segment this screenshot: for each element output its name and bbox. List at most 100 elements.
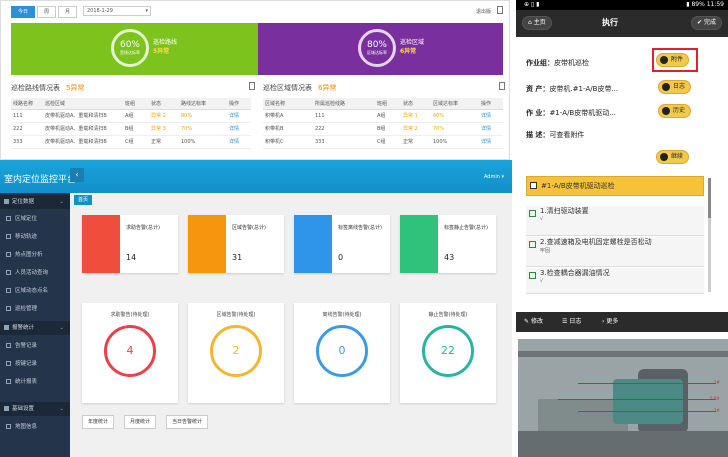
pencil-icon: ✎ bbox=[524, 318, 530, 325]
collapse-icon[interactable]: ‹ bbox=[70, 168, 84, 182]
bottom-toolbar: ✎ 修改 ☰ 日志 › 更多 bbox=[516, 312, 728, 332]
detail-link[interactable]: 详情 bbox=[479, 135, 503, 149]
detail-link[interactable]: 详情 bbox=[227, 135, 251, 149]
task-item[interactable]: 1.清扫驱动装置 √ bbox=[526, 206, 704, 236]
scroll-thumb[interactable] bbox=[708, 178, 711, 218]
scrollbar[interactable] bbox=[708, 178, 711, 292]
document-icon[interactable] bbox=[497, 6, 503, 14]
area-rate-label: 区域达标率 bbox=[367, 50, 387, 55]
done-button[interactable]: ✔ 完成 bbox=[691, 16, 722, 30]
sidebar-item-activity[interactable]: 人员活动查询 bbox=[0, 266, 70, 280]
field-label: 描 述： bbox=[526, 131, 550, 139]
log-toolbar-button[interactable]: ☰ 日志 bbox=[562, 316, 581, 328]
task-note: √ bbox=[540, 278, 544, 284]
sidebar: 定位数据 ⌄ 区域定位 移动轨迹 热点图分析 人员活动查询 区域动态点名 巡检管理… bbox=[0, 193, 70, 457]
sidebar-group-location[interactable]: 定位数据 ⌄ bbox=[0, 195, 70, 209]
rate-cell: 70% bbox=[431, 122, 479, 136]
sidebar-item-trajectory[interactable]: 移动轨迹 bbox=[0, 230, 70, 244]
photo-motor bbox=[613, 379, 683, 424]
tab-month[interactable]: 月 bbox=[58, 6, 78, 18]
check-icon: ✔ bbox=[697, 19, 703, 26]
field-value: 可查看附件 bbox=[549, 131, 585, 139]
table-row: 333 皮带机驱动A、重载和清扫B C组 正常 100% 详情 bbox=[11, 135, 251, 149]
pending-card: 静止告警(待处理) 22 bbox=[400, 303, 496, 403]
line-rate-circle: 60% 是线达标率 bbox=[111, 29, 149, 67]
photo-pipe bbox=[518, 351, 728, 357]
pill-label: 历史 bbox=[673, 107, 686, 114]
area-summary-text: 巡检区域 6异常 bbox=[400, 38, 424, 56]
tab-week[interactable]: 周 bbox=[37, 6, 57, 18]
task-text: 1.清扫驱动装置 bbox=[540, 207, 589, 215]
tab-today[interactable]: 今日 bbox=[11, 6, 36, 18]
heatmap-icon bbox=[6, 252, 11, 257]
col-header: 区域名称 bbox=[263, 98, 313, 110]
pending-card: 求助警告(待处理) 4 bbox=[82, 303, 178, 403]
detail-link[interactable]: 详情 bbox=[227, 109, 251, 123]
item-label: 区域定位 bbox=[15, 216, 38, 222]
sidebar-item-patrol[interactable]: 巡检管理 bbox=[0, 302, 70, 316]
settings-icon bbox=[4, 406, 9, 411]
sidebar-group-alarm[interactable]: 报警统计 ⌄ bbox=[0, 321, 70, 335]
line-warn: 5异常 bbox=[153, 48, 170, 55]
detail-link[interactable]: 详情 bbox=[479, 122, 503, 136]
field-label: 作业组： bbox=[526, 59, 554, 67]
line-section-label: 巡检路线情况表 bbox=[11, 84, 60, 92]
task-item[interactable]: 3.检查耦合器漏油情况 √ bbox=[526, 268, 704, 294]
log-button[interactable]: 日志 bbox=[658, 80, 692, 94]
sidebar-group-settings[interactable]: 基础设置 ⌄ bbox=[0, 402, 70, 416]
home-button[interactable]: ⌂ 主页 bbox=[522, 16, 552, 30]
card-label: 区域告警(总计) bbox=[232, 225, 266, 231]
export-icon[interactable] bbox=[249, 82, 255, 90]
yearly-stats-button[interactable]: 年度统计 bbox=[82, 415, 115, 429]
monthly-stats-button[interactable]: 月度统计 bbox=[124, 415, 157, 429]
cell: C组 bbox=[123, 135, 149, 149]
line-summary-panel: 60% 是线达标率 巡检路线 5异常 bbox=[11, 23, 258, 75]
daily-alarm-stats-button[interactable]: 当日告警统计 bbox=[166, 415, 209, 429]
sidebar-item-key-log[interactable]: 按键记录 bbox=[0, 357, 70, 371]
line-section-title: 巡检路线情况表 5异常 bbox=[11, 83, 84, 93]
table-row: 111 皮带机驱动A、重载和清扫B A组 异常 2 80% 详情 bbox=[11, 109, 251, 123]
more-button[interactable]: › 更多 bbox=[602, 316, 618, 328]
status-cell: 正常 bbox=[149, 135, 179, 149]
export-icon[interactable] bbox=[499, 82, 505, 90]
tab-home[interactable]: 首页 bbox=[74, 195, 93, 205]
rate-cell: 80% bbox=[179, 109, 227, 123]
monitor-platform: 室内定位监控平台 ‹ Admin ▾ 定位数据 ⌄ 区域定位 移动轨迹 热点图分析… bbox=[0, 160, 512, 457]
area-section-label: 巡检区域情况表 bbox=[263, 84, 312, 92]
exit-link[interactable]: 退出版 bbox=[476, 8, 491, 15]
edit-button[interactable]: ✎ 修改 bbox=[524, 316, 543, 328]
card-value: 31 bbox=[232, 253, 243, 262]
cell: 333 bbox=[11, 135, 43, 149]
detail-link[interactable]: 详情 bbox=[479, 109, 503, 123]
task-text: 2.查减速箱及电机固定螺栓是否松动 bbox=[540, 238, 652, 246]
annotation-label: 5.6# bbox=[710, 396, 720, 401]
group-label: 报警统计 bbox=[12, 325, 35, 331]
date-picker[interactable]: 2018-1-29 ▾ bbox=[83, 6, 151, 16]
card-color-block bbox=[82, 215, 120, 273]
item-label: 按键记录 bbox=[15, 361, 38, 367]
cell: A组 bbox=[123, 109, 149, 123]
attachment-button[interactable]: 附件 bbox=[656, 53, 690, 67]
sidebar-item-heatmap[interactable]: 热点图分析 bbox=[0, 248, 70, 262]
detail-link[interactable]: 详情 bbox=[227, 122, 251, 136]
sidebar-item-report[interactable]: 统计报表 bbox=[0, 375, 70, 389]
btn-label: 修改 bbox=[530, 318, 543, 325]
sidebar-item-map[interactable]: 地图信息 bbox=[0, 420, 70, 434]
table-row: 222 皮带机驱动A、重载和清扫B B组 异常 3 70% 详情 bbox=[11, 122, 251, 136]
task-header[interactable]: #1-A/B皮带机驱动巡检 bbox=[526, 176, 704, 196]
task-item[interactable]: 2.查减速箱及电机固定螺栓是否松动 牢固 bbox=[526, 237, 704, 267]
pending-card: 离线告警(待处理) 0 bbox=[294, 303, 390, 403]
sidebar-item-area-location[interactable]: 区域定位 bbox=[0, 212, 70, 226]
btn-label: 日志 bbox=[569, 318, 582, 325]
sidebar-item-alarm-log[interactable]: 告警记录 bbox=[0, 339, 70, 353]
home-icon: ⌂ bbox=[528, 19, 532, 26]
cell: 222 bbox=[11, 122, 43, 136]
admin-menu[interactable]: Admin ▾ bbox=[484, 174, 504, 180]
col-header: 操作 bbox=[227, 98, 251, 110]
col-header: 区域达标率 bbox=[431, 98, 479, 110]
sidebar-item-rollcall[interactable]: 区域动态点名 bbox=[0, 284, 70, 298]
cell: 积带机B bbox=[263, 122, 313, 136]
continue-button[interactable]: 继续 bbox=[656, 150, 690, 164]
history-button[interactable]: 历史 bbox=[658, 104, 692, 118]
table-row: 积带机A 111 A组 异常 1 60% 详情 bbox=[263, 109, 503, 123]
